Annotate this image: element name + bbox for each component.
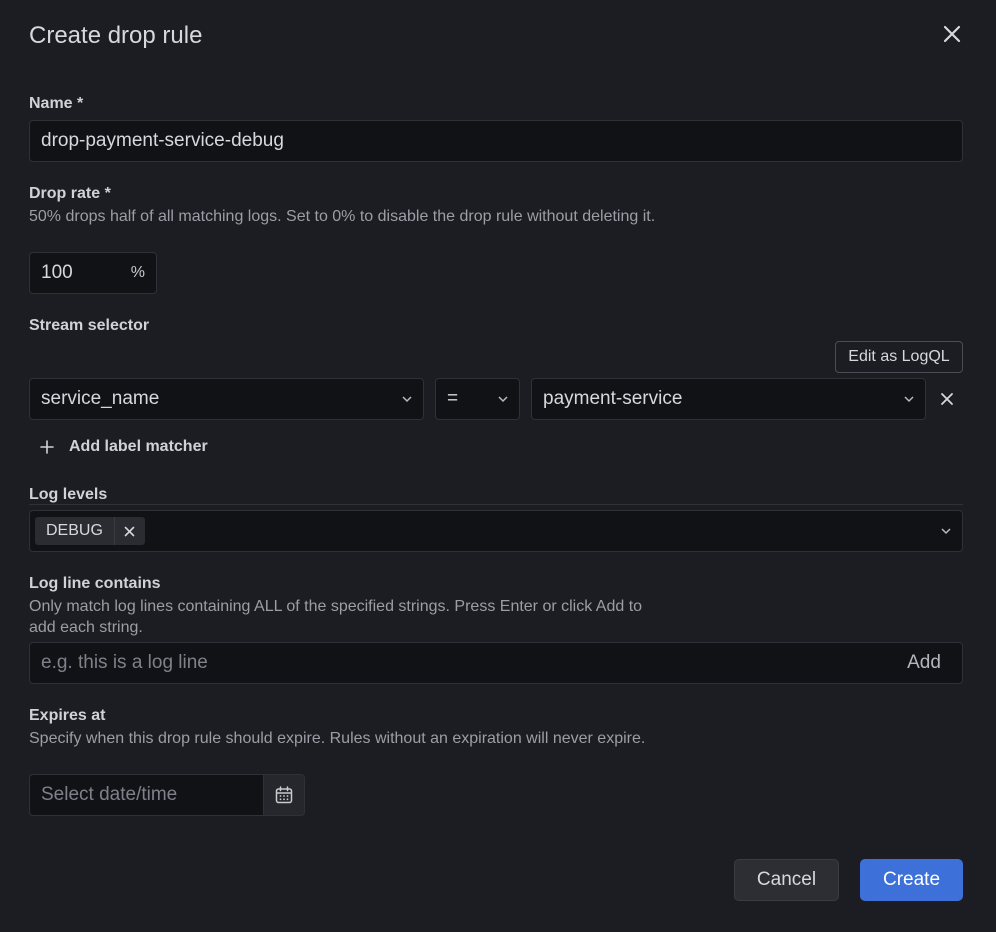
drop-rate-description: 50% drops half of all matching logs. Set… xyxy=(29,208,656,225)
chevron-down-icon xyxy=(498,396,508,403)
operator-value: = xyxy=(447,388,459,409)
close-button[interactable] xyxy=(938,20,966,48)
add-label-matcher-button[interactable]: Add label matcher xyxy=(37,437,208,457)
chevron-down-icon xyxy=(941,528,951,535)
drop-rate-input[interactable]: 100 % xyxy=(29,252,157,294)
chevron-down-icon xyxy=(904,396,914,403)
plus-icon xyxy=(40,440,54,454)
create-drop-rule-modal: Create drop rule Name * drop-payment-ser… xyxy=(0,0,996,932)
close-icon xyxy=(943,25,961,43)
close-icon xyxy=(125,526,135,536)
chevron-down-icon xyxy=(402,396,412,403)
drop-rate-value: 100 xyxy=(41,262,73,283)
create-button[interactable]: Create xyxy=(860,859,963,901)
label-name-select[interactable]: service_name xyxy=(29,378,424,420)
remove-matcher-button[interactable] xyxy=(935,387,959,411)
name-value: drop-payment-service-debug xyxy=(41,130,284,151)
edit-as-logql-label: Edit as LogQL xyxy=(848,348,950,365)
stream-selector-label: Stream selector xyxy=(29,317,150,334)
operator-select[interactable]: = xyxy=(435,378,520,420)
expires-at-description: Specify when this drop rule should expir… xyxy=(29,730,646,747)
label-name-value: service_name xyxy=(41,388,160,409)
remove-log-level-button[interactable] xyxy=(113,517,145,545)
close-icon xyxy=(941,393,953,405)
name-input[interactable]: drop-payment-service-debug xyxy=(29,120,963,162)
cancel-label: Cancel xyxy=(756,869,817,890)
log-level-chip-label: DEBUG xyxy=(46,522,103,539)
log-levels-label: Log levels xyxy=(29,486,108,503)
expires-at-input[interactable]: Select date/time xyxy=(29,774,264,816)
log-line-placeholder: e.g. this is a log line xyxy=(41,652,208,673)
log-levels-select[interactable] xyxy=(29,510,963,552)
expires-at-label: Expires at xyxy=(29,707,106,724)
create-label: Create xyxy=(882,869,941,890)
log-line-input[interactable]: e.g. this is a log line xyxy=(29,642,963,684)
log-line-contains-description: Only match log lines containing ALL of t… xyxy=(29,598,643,636)
modal-title: Create drop rule xyxy=(29,22,203,49)
add-log-line-label: Add xyxy=(907,652,941,673)
log-level-chip: DEBUG xyxy=(35,517,145,545)
drop-rate-unit: % xyxy=(130,264,145,281)
add-label-matcher-label: Add label matcher xyxy=(69,438,208,455)
cancel-button[interactable]: Cancel xyxy=(734,859,839,901)
divider xyxy=(29,504,963,505)
edit-as-logql-button[interactable]: Edit as LogQL xyxy=(835,341,963,373)
calendar-icon xyxy=(275,786,293,804)
log-line-contains-label: Log line contains xyxy=(29,575,161,592)
name-label: Name * xyxy=(29,95,84,112)
calendar-button[interactable] xyxy=(263,774,305,816)
label-value-value: payment-service xyxy=(543,388,683,409)
expires-at-placeholder: Select date/time xyxy=(41,784,178,805)
label-value-select[interactable]: payment-service xyxy=(531,378,926,420)
drop-rate-label: Drop rate * xyxy=(29,185,111,202)
add-log-line-button[interactable]: Add xyxy=(896,642,952,684)
